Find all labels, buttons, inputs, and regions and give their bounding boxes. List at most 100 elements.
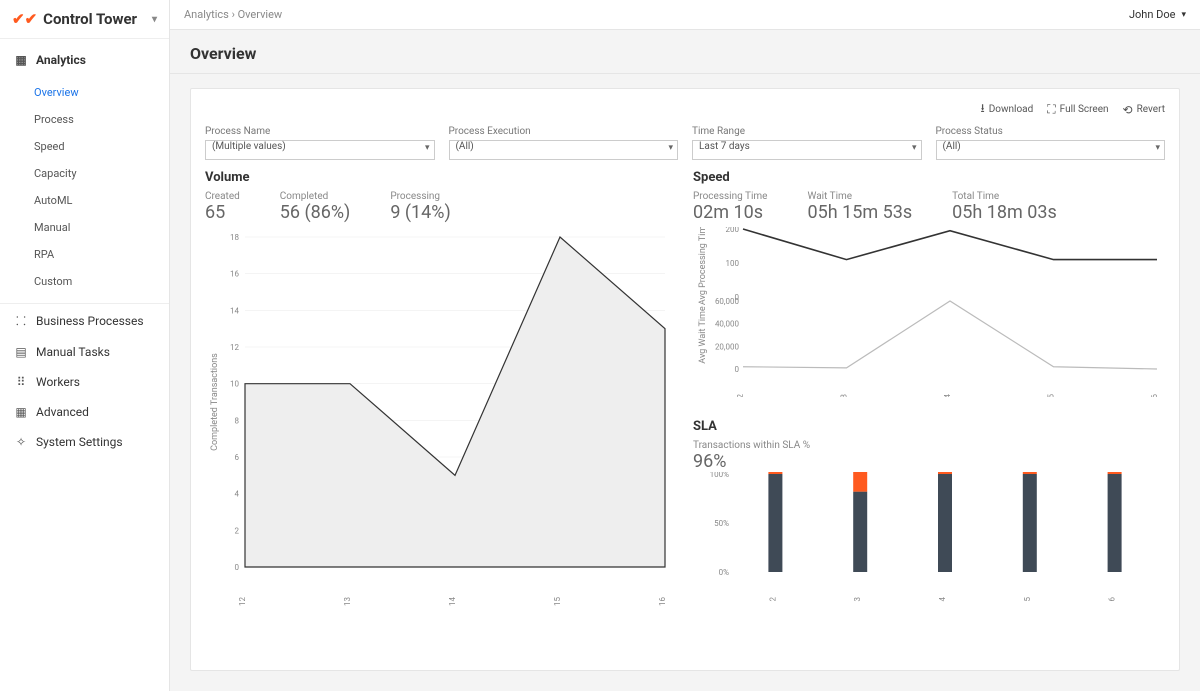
people-icon: ⠿: [14, 375, 28, 389]
volume-card: Volume Created 65 Completed 56 (86%): [205, 170, 677, 656]
topbar: Analytics › Overview John Doe ▾: [170, 0, 1200, 30]
svg-text:14: 14: [230, 306, 239, 315]
chevron-down-icon: ▾: [152, 14, 157, 25]
svg-text:60,000: 60,000: [715, 297, 740, 306]
revert-button[interactable]: ⟲ Revert: [1123, 99, 1165, 120]
filter-time-range[interactable]: Last 7 days: [692, 140, 922, 160]
panel-toolbar: ⭳ Download ⛶ Full Screen ⟲ Revert: [205, 99, 1165, 120]
filter-process-name-label: Process Name: [205, 126, 435, 137]
subnav-overview[interactable]: Overview: [0, 79, 169, 106]
nav-business-processes[interactable]: ⸬ Business Processes: [0, 304, 169, 337]
svg-text:Completed Transactions: Completed Transactions: [210, 353, 220, 451]
svg-text:Aug 13: Aug 13: [853, 597, 862, 602]
volume-created-label: Created: [205, 191, 240, 202]
volume-title: Volume: [205, 170, 677, 185]
analytics-subnav: Overview Process Speed Capacity AutoML M…: [0, 75, 169, 304]
speed-chart: 0100200Avg Processing Time020,00040,0006…: [693, 227, 1163, 397]
svg-text:10: 10: [230, 380, 239, 389]
download-button[interactable]: ⭳ Download: [981, 99, 1034, 120]
download-icon: ⭳: [981, 99, 985, 120]
briefcase-icon: ▦: [14, 405, 28, 419]
sla-title: SLA: [693, 419, 1165, 434]
svg-text:Aug 12: Aug 12: [768, 597, 777, 602]
sla-card: SLA Transactions within SLA % 96% 0%50%1…: [693, 419, 1165, 656]
sla-chart: 0%50%100%Aug 12Aug 13Aug 14Aug 15Aug 16: [693, 472, 1163, 602]
svg-text:2: 2: [235, 526, 240, 535]
nodes-icon: ⸬: [14, 312, 28, 329]
nav-system-settings[interactable]: ✧ System Settings: [0, 427, 169, 457]
user-menu[interactable]: John Doe ▾: [1129, 8, 1186, 21]
breadcrumb-root[interactable]: Analytics: [184, 8, 229, 21]
subnav-manual[interactable]: Manual: [0, 214, 169, 241]
subnav-rpa[interactable]: RPA: [0, 241, 169, 268]
svg-text:50%: 50%: [714, 519, 729, 528]
filter-time-range-label: Time Range: [692, 126, 922, 137]
svg-text:Aug 14: Aug 14: [938, 597, 947, 602]
nav-manual-tasks[interactable]: ▤ Manual Tasks: [0, 337, 169, 367]
volume-chart: 024681012141618Aug 12Aug 13Aug 14Aug 15A…: [205, 227, 675, 607]
svg-text:4: 4: [235, 490, 240, 499]
volume-processing-value: 9 (14%): [390, 202, 450, 223]
svg-text:Aug 12: Aug 12: [736, 394, 745, 397]
filter-process-execution[interactable]: (All): [449, 140, 679, 160]
subnav-capacity[interactable]: Capacity: [0, 160, 169, 187]
chevron-down-icon: ▾: [1181, 10, 1186, 20]
svg-text:Aug 16: Aug 16: [1150, 394, 1159, 397]
subnav-process[interactable]: Process: [0, 106, 169, 133]
subnav-speed[interactable]: Speed: [0, 133, 169, 160]
svg-text:Aug 14: Aug 14: [448, 597, 457, 607]
fullscreen-button[interactable]: ⛶ Full Screen: [1047, 99, 1108, 120]
svg-text:Avg Wait Time: Avg Wait Time: [698, 306, 708, 364]
brand-name: Control Tower: [43, 10, 137, 28]
brand-switcher[interactable]: ✔✔ Control Tower ▾: [0, 0, 169, 39]
svg-text:Aug 14: Aug 14: [943, 394, 952, 397]
speed-proc-value: 02m 10s: [693, 202, 768, 223]
nav-advanced[interactable]: ▦ Advanced: [0, 397, 169, 427]
filter-process-status-label: Process Status: [936, 126, 1166, 137]
svg-text:Aug 15: Aug 15: [1023, 597, 1032, 602]
svg-text:18: 18: [230, 233, 239, 242]
svg-text:200: 200: [726, 227, 740, 234]
sla-within-value: 96%: [693, 451, 1165, 472]
svg-text:6: 6: [235, 453, 240, 462]
revert-icon: ⟲: [1123, 103, 1133, 117]
wrench-icon: ✧: [14, 435, 28, 449]
speed-total-value: 05h 18m 03s: [952, 202, 1057, 223]
breadcrumb-leaf: Overview: [238, 8, 283, 21]
filter-bar: Process Name (Multiple values) Process E…: [205, 126, 1165, 160]
subnav-custom[interactable]: Custom: [0, 268, 169, 295]
volume-created-value: 65: [205, 202, 240, 223]
svg-text:40,000: 40,000: [715, 320, 740, 329]
volume-processing-label: Processing: [390, 191, 450, 202]
svg-text:0: 0: [735, 365, 740, 374]
sla-within-label: Transactions within SLA %: [693, 440, 1165, 451]
page-title-bar: Overview: [170, 30, 1200, 74]
svg-text:100: 100: [726, 259, 740, 268]
svg-text:8: 8: [235, 416, 240, 425]
speed-title: Speed: [693, 170, 1165, 185]
svg-text:12: 12: [230, 343, 239, 352]
speed-wait-label: Wait Time: [808, 191, 913, 202]
main: Analytics › Overview John Doe ▾ Overview…: [170, 0, 1200, 691]
volume-completed-label: Completed: [280, 191, 351, 202]
nav-workers[interactable]: ⠿ Workers: [0, 367, 169, 397]
speed-total-label: Total Time: [952, 191, 1057, 202]
sidebar: ✔✔ Control Tower ▾ ▦ Analytics Overview …: [0, 0, 170, 691]
svg-text:Aug 15: Aug 15: [1047, 394, 1056, 397]
dashboard-panel: ⭳ Download ⛶ Full Screen ⟲ Revert Proces…: [190, 88, 1180, 671]
svg-text:Aug 16: Aug 16: [1108, 597, 1117, 602]
fullscreen-icon: ⛶: [1047, 102, 1055, 117]
subnav-automl[interactable]: AutoML: [0, 187, 169, 214]
svg-text:Aug 13: Aug 13: [343, 597, 352, 607]
nav-analytics[interactable]: ▦ Analytics: [0, 45, 169, 75]
svg-text:Aug 12: Aug 12: [238, 597, 247, 607]
breadcrumb: Analytics › Overview: [184, 8, 282, 21]
filter-process-name[interactable]: (Multiple values): [205, 140, 435, 160]
svg-text:Avg Processing Time: Avg Processing Time: [698, 227, 708, 305]
filter-process-status[interactable]: (All): [936, 140, 1166, 160]
brand-logo-icon: ✔✔: [12, 10, 37, 28]
filter-process-execution-label: Process Execution: [449, 126, 679, 137]
svg-text:100%: 100%: [710, 472, 729, 479]
volume-completed-value: 56 (86%): [280, 202, 351, 223]
clipboard-icon: ▤: [14, 345, 28, 359]
